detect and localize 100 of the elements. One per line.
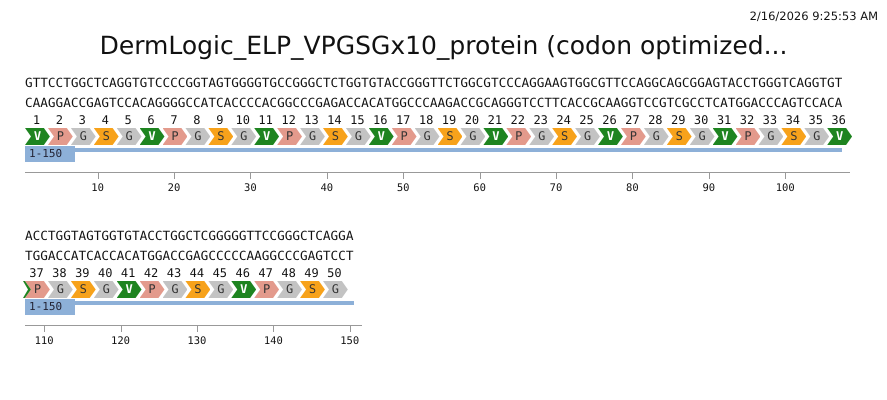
residue-number: 37 <box>29 267 44 280</box>
residue-number: 2 <box>56 114 63 127</box>
residue-number: 26 <box>602 114 617 127</box>
residue-number: 17 <box>396 114 410 127</box>
residue-chevron: V <box>140 128 164 145</box>
ruler-label: 60 <box>473 182 486 194</box>
residue-number: 44 <box>190 267 204 280</box>
residue-chevron: G <box>48 281 73 298</box>
ruler-label: 70 <box>550 182 562 194</box>
ruler-label: 50 <box>396 182 410 194</box>
residue-number: 43 <box>166 267 182 280</box>
residue-chevron: P <box>25 281 50 298</box>
residue-chevron: P <box>162 128 188 145</box>
residue-number: 18 <box>418 114 434 127</box>
residue-number: 30 <box>694 114 708 127</box>
residue-chevron: S <box>94 128 119 145</box>
ruler-label: 140 <box>264 335 283 347</box>
residue-number: 48 <box>281 267 296 280</box>
residue-chevron: V <box>712 128 738 145</box>
residue-number: 12 <box>281 114 296 127</box>
timestamp: 2/16/2026 9:25:53 AM <box>750 9 878 25</box>
residue-number: 42 <box>144 267 158 280</box>
residue-number: 14 <box>327 114 342 127</box>
residue-chevron: G <box>414 128 440 145</box>
residue-number: 38 <box>52 267 67 280</box>
residue-number: 27 <box>625 114 640 127</box>
residue-chevron: V <box>116 281 142 298</box>
residue-chevron: G <box>322 281 348 298</box>
residue-chevron: S <box>552 128 578 145</box>
residue-chevron: S <box>208 128 234 145</box>
ruler-label: 130 <box>187 335 206 347</box>
ruler-label: 100 <box>776 182 795 194</box>
residue-chevron: G <box>346 128 371 145</box>
residue-number: 15 <box>350 114 365 127</box>
residue-number: 50 <box>327 267 342 280</box>
residue-chevron: V <box>483 128 508 145</box>
residue-chevron: S <box>781 128 806 145</box>
residue-chevron: S <box>185 281 210 298</box>
residue-chevron: P <box>620 128 646 145</box>
residue-number: 47 <box>258 267 273 280</box>
residue-number: 32 <box>740 114 754 127</box>
residue-number: 46 <box>236 267 250 280</box>
residue-number: 3 <box>78 114 86 127</box>
residue-number: 22 <box>510 114 525 127</box>
residue-chevron: G <box>208 281 234 298</box>
residue-chevron: P <box>506 128 532 145</box>
residue-chevron: P <box>254 281 280 298</box>
residue-chevron: G <box>162 281 188 298</box>
residue-number: 33 <box>762 114 778 127</box>
residue-chevron: P <box>277 128 302 145</box>
residue-number: 45 <box>212 267 228 280</box>
residue-chevron: G <box>529 128 554 145</box>
residue-number: 20 <box>464 114 480 127</box>
residue-number: 35 <box>808 114 823 127</box>
residue-chevron: V <box>598 128 623 145</box>
residue-chevron: S <box>666 128 692 145</box>
residue-chevron: S <box>322 128 348 145</box>
residue-chevron: G <box>575 128 600 145</box>
residue-chevron: V <box>827 128 852 145</box>
residue-number: 24 <box>556 114 571 127</box>
residue-number: 4 <box>102 114 109 127</box>
residue-chevron: G <box>690 128 715 145</box>
feature-label: 1-150 <box>25 146 75 162</box>
residue-number: 49 <box>304 267 319 280</box>
residue-number: 19 <box>442 114 456 127</box>
residue-number: 6 <box>147 114 155 127</box>
residue-chevron: G <box>460 128 486 145</box>
residue-number: 40 <box>98 267 112 280</box>
top-strand-sequence: ACCTGGTAGTGGTGTACCTGGCTCGGGGGTTCCGGGCTCAGGA <box>25 227 354 245</box>
residue-number: 5 <box>124 114 132 127</box>
residue-chevron: G <box>94 281 119 298</box>
residue-number: 25 <box>579 114 594 127</box>
residue-chevron: G <box>277 281 302 298</box>
residue-chevron: S <box>300 281 325 298</box>
residue-number: 36 <box>831 114 846 127</box>
residue-chevron: V <box>231 281 256 298</box>
residue-chevron: V <box>368 128 394 145</box>
ruler-label: 30 <box>244 182 257 194</box>
residue-number: 11 <box>258 114 273 127</box>
ruler-label: 20 <box>168 182 180 194</box>
residue-number: 1 <box>32 114 40 127</box>
sequence-title: DermLogic_ELP_VPGSGx10_protein (codon optimized... <box>98 30 788 62</box>
top-strand-sequence: GTTCCTGGCTCAGGTGTCCCCGGTAGTGGGGTGCCGGGCTCTGGTGTACCGGGTTCTGGCGTCCCAGGAAGTGGCGTTCCAGGCAGCGGAGTACCTGGGTCAGGTGT <box>25 74 842 92</box>
residue-chevron: P <box>392 128 417 145</box>
ruler-label: 150 <box>340 335 360 347</box>
residue-number: 34 <box>786 114 800 127</box>
residue-chevron: V <box>254 128 280 145</box>
residue-chevron: S <box>438 128 462 145</box>
ruler-label: 10 <box>91 182 104 194</box>
residue-number: 9 <box>216 114 224 127</box>
ruler-label: 110 <box>34 335 54 347</box>
residue-chevron: G <box>185 128 210 145</box>
residue-chevron: G <box>70 128 96 145</box>
residue-chevron: G <box>804 128 830 145</box>
residue-chevron: P <box>736 128 760 145</box>
residue-chevron: G <box>116 128 142 145</box>
feature-label: 1-150 <box>25 299 75 315</box>
residue-chevron: P <box>140 281 164 298</box>
residue-number: 29 <box>671 114 686 127</box>
residue-number: 16 <box>373 114 388 127</box>
